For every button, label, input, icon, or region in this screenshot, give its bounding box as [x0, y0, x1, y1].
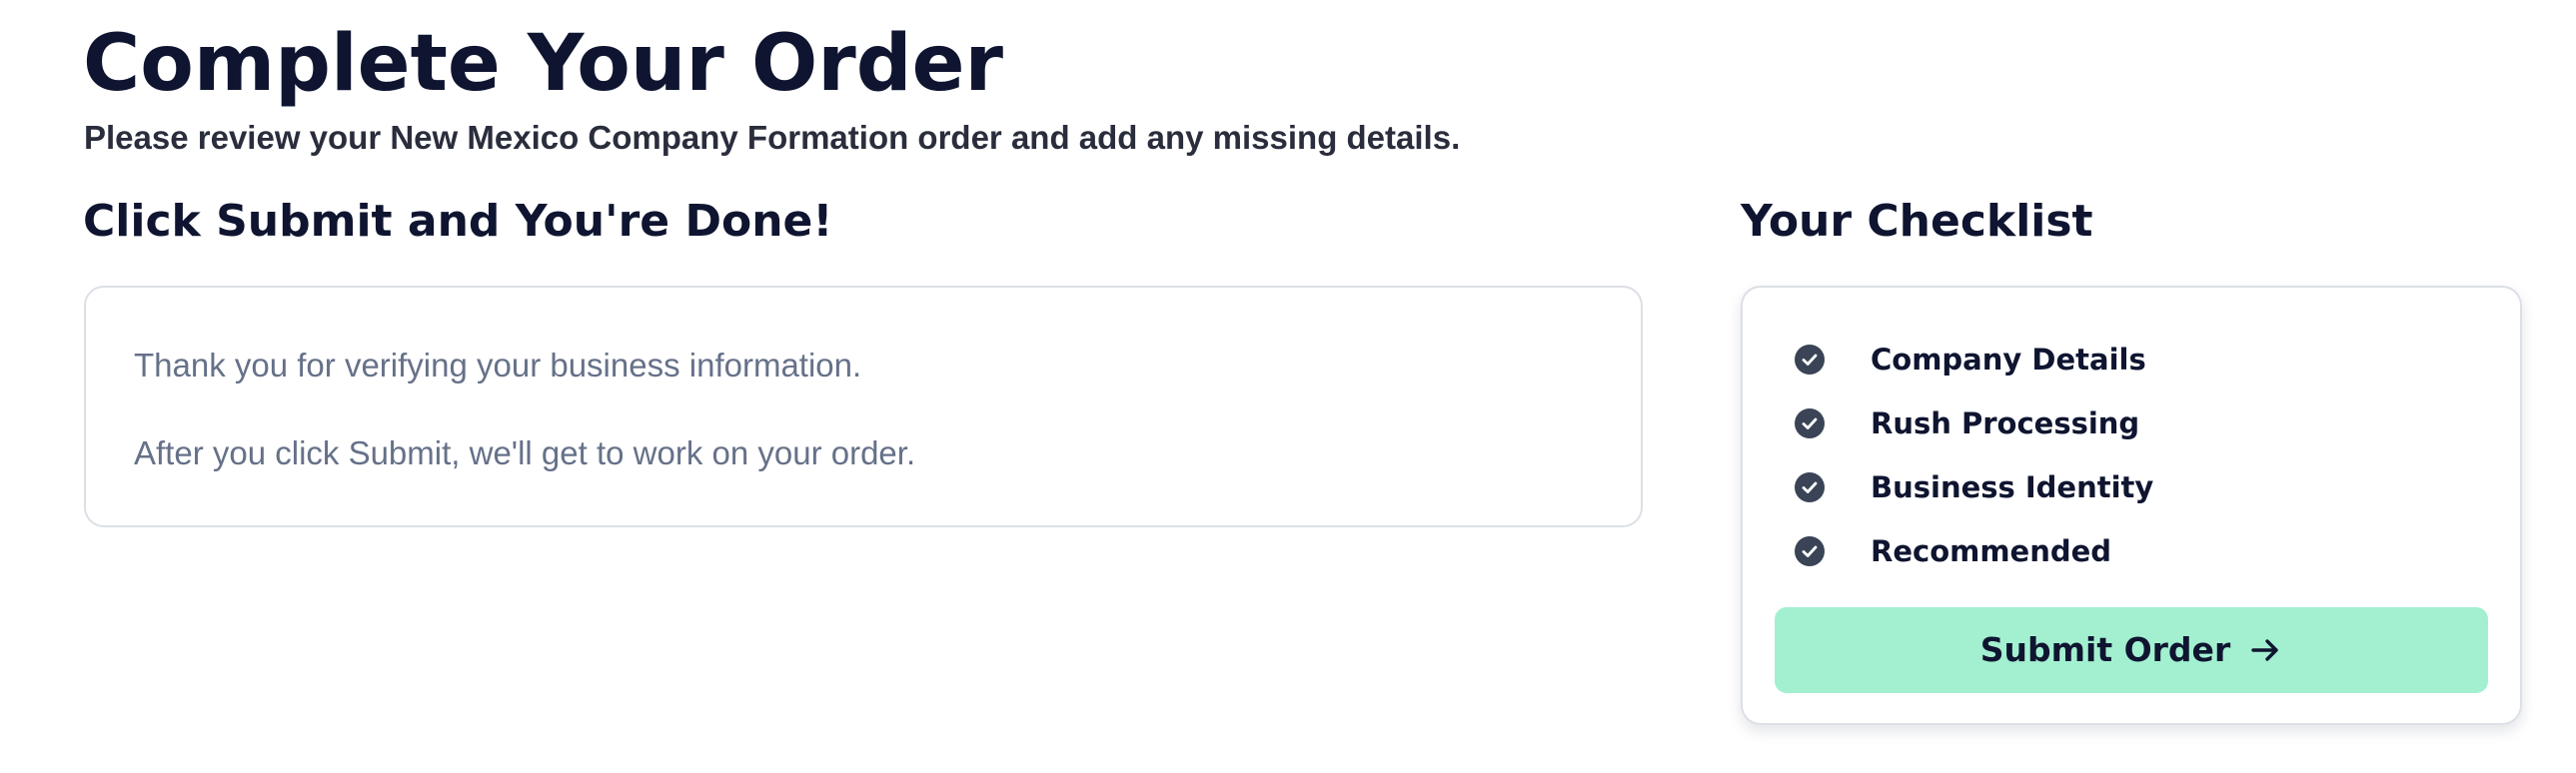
checklist-item-label: Rush Processing [1871, 406, 2140, 440]
submit-order-label: Submit Order [1979, 630, 2231, 669]
checklist: Company Details Rush Processing Business… [1743, 328, 2520, 583]
checklist-item-label: Company Details [1871, 343, 2146, 377]
check-circle-icon [1795, 472, 1825, 502]
check-circle-icon [1795, 536, 1825, 566]
submit-order-button[interactable]: Submit Order [1775, 607, 2488, 693]
info-text-verified: Thank you for verifying your business in… [134, 347, 862, 384]
checklist-title: Your Checklist [1741, 196, 2093, 247]
checklist-item-label: Business Identity [1871, 470, 2154, 504]
info-card: Thank you for verifying your business in… [84, 286, 1643, 527]
check-circle-icon [1795, 408, 1825, 438]
page-title: Complete Your Order [83, 19, 1003, 109]
arrow-right-icon [2251, 639, 2278, 661]
info-text-next-steps: After you click Submit, we'll get to wor… [134, 434, 916, 471]
checklist-item-recommended: Recommended [1743, 519, 2520, 583]
check-circle-icon [1795, 345, 1825, 375]
checklist-item-rush-processing: Rush Processing [1743, 391, 2520, 455]
checklist-item-company-details: Company Details [1743, 328, 2520, 391]
section-title-submit: Click Submit and You're Done! [83, 196, 833, 247]
checklist-card: Company Details Rush Processing Business… [1741, 286, 2522, 725]
page-subtitle: Please review your New Mexico Company Fo… [84, 119, 1461, 156]
checklist-item-business-identity: Business Identity [1743, 455, 2520, 519]
checklist-item-label: Recommended [1871, 534, 2112, 568]
